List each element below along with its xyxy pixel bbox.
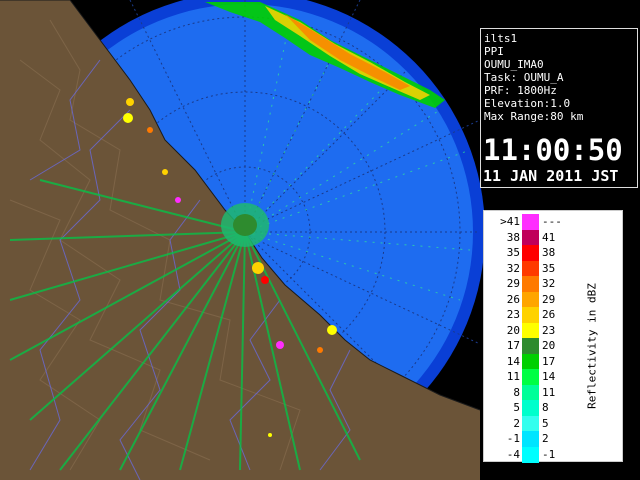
legend-lower-bound: -1 (506, 432, 520, 445)
legend-upper-bound: 29 (542, 292, 556, 306)
legend-row: 38 41 (484, 229, 624, 246)
legend-lower-bound: -4 (506, 447, 520, 461)
legend-row: -4 -1 (484, 446, 624, 463)
legend-upper-bound: 8 (542, 401, 549, 414)
reflectivity-legend: >41 --- 38 41 35 38 32 35 29 32 26 29 23 26 20 23 17 20 14… (483, 210, 624, 463)
legend-upper-bound: 20 (542, 339, 556, 352)
legend-upper-bound: 11 (542, 385, 556, 399)
legend-color-swatch (522, 431, 539, 447)
scan-time: 11:00:50 (483, 133, 623, 167)
legend-color-swatch (522, 214, 539, 230)
legend-lower-bound: 2 (513, 416, 520, 430)
product-name: OUMU_IMA0 (484, 58, 544, 71)
legend-upper-bound: 26 (542, 308, 556, 321)
legend-lower-bound: 20 (506, 323, 520, 337)
legend-lower-bound: 32 (506, 261, 520, 275)
legend-unit-label: Reflectivity in dBZ (585, 283, 599, 409)
legend-color-swatch (522, 291, 539, 308)
scan-date: 11 JAN 2011 JST (483, 167, 619, 185)
max-range-value: Max Range:80 km (484, 110, 584, 123)
legend-upper-bound: 35 (542, 261, 556, 275)
legend-upper-bound: 41 (542, 230, 556, 244)
site-name: ilts1 (484, 32, 518, 45)
legend-color-swatch (522, 276, 539, 292)
legend-upper-bound: 14 (542, 370, 556, 383)
legend-lower-bound: 23 (506, 308, 520, 321)
legend-lower-bound: 38 (506, 230, 520, 244)
legend-upper-bound: 23 (542, 323, 556, 337)
legend-upper-bound: 32 (542, 277, 556, 290)
legend-color-swatch (522, 229, 539, 246)
legend-upper-bound: --- (542, 215, 562, 228)
legend-color-swatch (522, 384, 539, 401)
legend-color-swatch (522, 400, 539, 416)
legend-color-swatch (522, 245, 539, 261)
legend-upper-bound: 2 (542, 432, 549, 445)
legend-color-swatch (522, 260, 539, 277)
elevation-value: Elevation:1.0 (484, 97, 571, 110)
legend-lower-bound: 17 (506, 339, 520, 352)
legend-color-swatch (522, 353, 539, 370)
legend-upper-bound: -1 (542, 447, 556, 461)
task-name: Task: OUMU_A (484, 71, 564, 84)
legend-color-swatch (522, 338, 539, 354)
legend-lower-bound: 14 (506, 354, 520, 368)
radar-info-panel: ilts1 PPI OUMU_IMA0 Task: OUMU_A PRF: 18… (480, 28, 638, 188)
legend-lower-bound: 26 (506, 292, 520, 306)
legend-lower-bound: >41 (500, 215, 520, 228)
legend-lower-bound: 8 (513, 385, 520, 399)
scan-mode: PPI (484, 45, 504, 58)
legend-color-swatch (522, 369, 539, 385)
prf-value: PRF: 1800Hz (484, 84, 557, 97)
legend-upper-bound: 38 (542, 246, 556, 259)
legend-lower-bound: 11 (506, 370, 520, 383)
legend-color-swatch (522, 307, 539, 323)
legend-lower-bound: 35 (506, 246, 520, 259)
legend-upper-bound: 5 (542, 416, 549, 430)
legend-color-swatch (522, 322, 539, 339)
legend-color-swatch (522, 446, 539, 463)
legend-lower-bound: 5 (513, 401, 520, 414)
legend-upper-bound: 17 (542, 354, 556, 368)
legend-lower-bound: 29 (506, 277, 520, 290)
legend-color-swatch (522, 415, 539, 432)
legend-row: >41 --- (484, 214, 624, 230)
